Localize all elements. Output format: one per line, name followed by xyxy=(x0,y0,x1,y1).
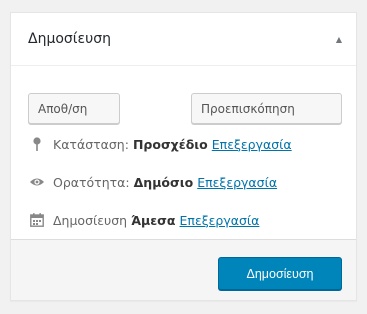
calendar-icon xyxy=(28,213,46,227)
status-label: Κατάσταση: xyxy=(53,136,129,152)
save-draft-button[interactable]: Αποθ/ση xyxy=(28,93,120,124)
caret-up-icon[interactable]: ▲ xyxy=(336,35,342,44)
preview-button[interactable]: Προεπισκόπηση xyxy=(191,93,342,124)
eye-icon xyxy=(28,177,46,187)
metabox-header: Δημοσίευση ▲ xyxy=(11,13,356,66)
pin-icon xyxy=(28,137,46,151)
publish-time-row: Δημοσίευση Άμεσα Επεξεργασία xyxy=(28,211,356,229)
edit-publish-time-link[interactable]: Επεξεργασία xyxy=(180,213,260,228)
status-value: Προσχέδιο xyxy=(132,136,208,152)
post-status-row: Κατάσταση: Προσχέδιο Επεξεργασία xyxy=(28,135,356,153)
publish-time-value: Άμεσα xyxy=(131,212,176,228)
publish-button[interactable]: Δημοσίευση xyxy=(218,257,342,290)
publish-time-label: Δημοσίευση xyxy=(53,212,128,228)
minor-publishing-actions: Αποθ/ση Προεπισκόπηση xyxy=(11,66,356,124)
major-publishing-actions: Δημοσίευση xyxy=(11,239,356,300)
misc-publishing-actions: Κατάσταση: Προσχέδιο Επεξεργασία Ορατότη… xyxy=(11,124,356,229)
visibility-row: Ορατότητα: Δημόσιο Επεξεργασία xyxy=(28,173,356,191)
edit-visibility-link[interactable]: Επεξεργασία xyxy=(197,175,277,190)
visibility-value: Δημόσιο xyxy=(133,174,194,190)
edit-status-link[interactable]: Επεξεργασία xyxy=(212,137,292,152)
publish-metabox: Δημοσίευση ▲ Αποθ/ση Προεπισκόπηση Κατάσ… xyxy=(10,12,357,301)
metabox-title: Δημοσίευση xyxy=(28,31,111,47)
visibility-label: Ορατότητα: xyxy=(53,174,130,190)
